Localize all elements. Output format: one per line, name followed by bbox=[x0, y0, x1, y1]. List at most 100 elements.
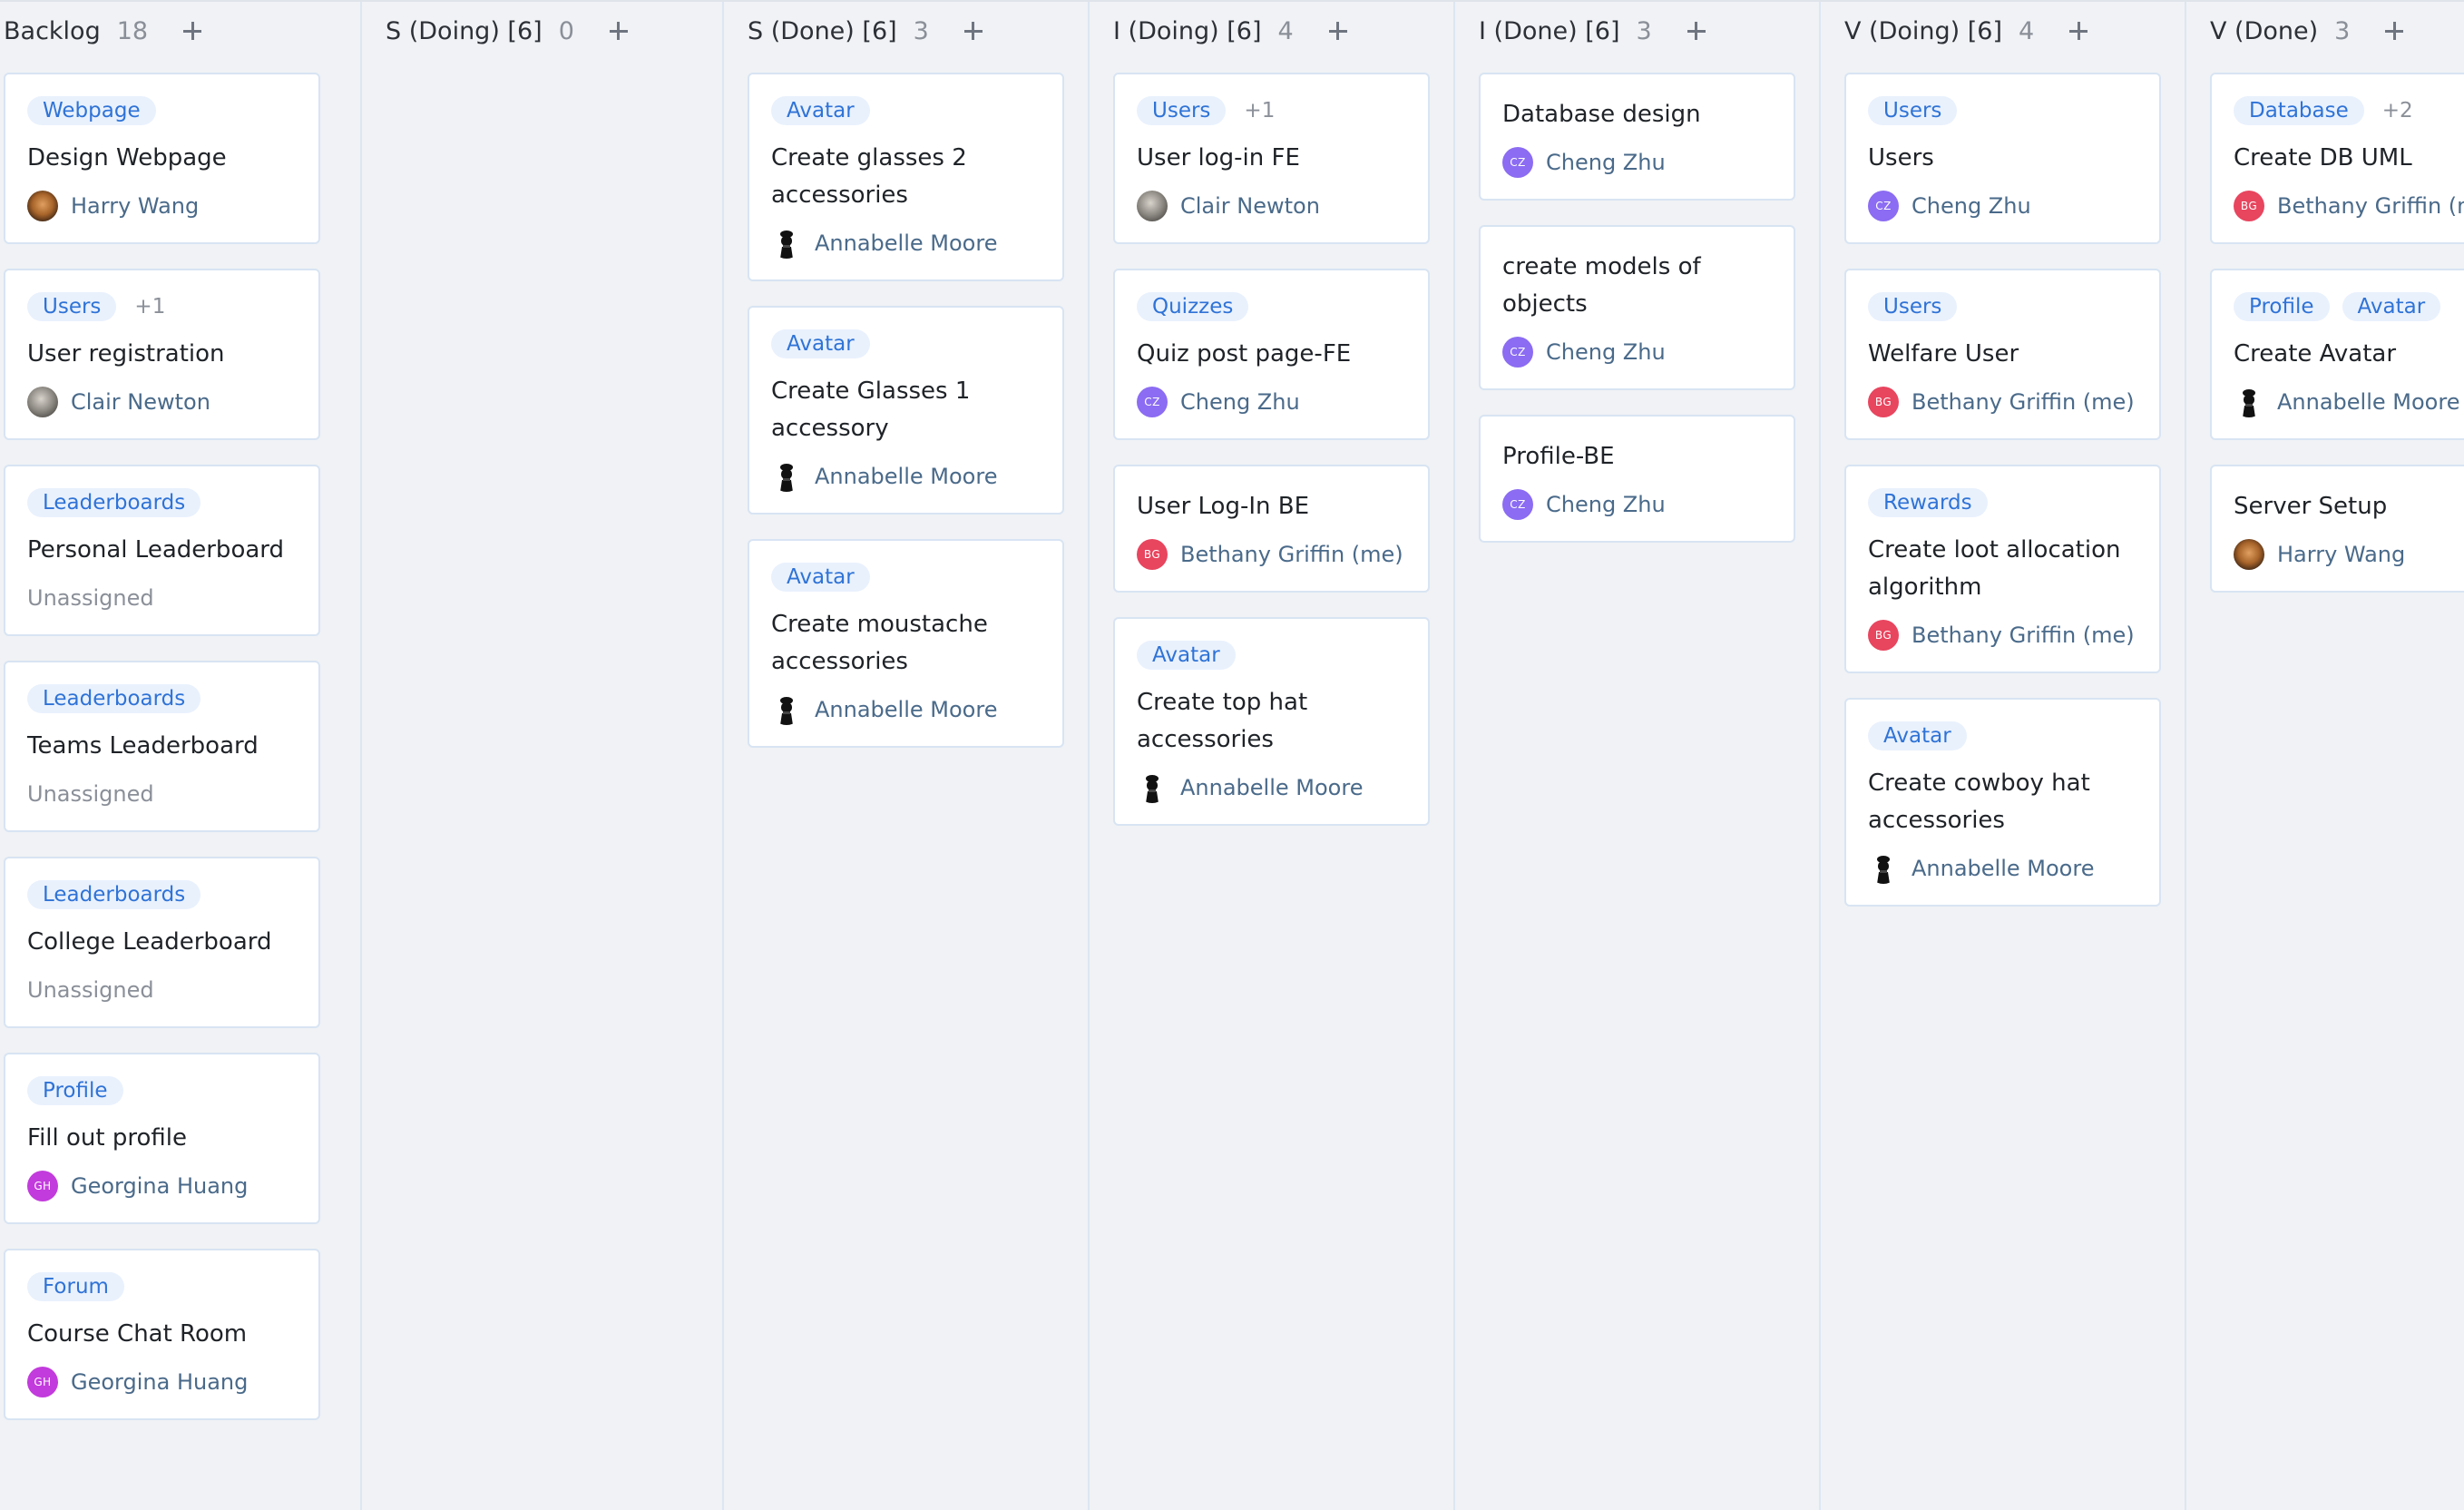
label-tag[interactable]: Avatar bbox=[771, 96, 870, 125]
column-3: I (Doing) [6] 4 Users +1 User log-in FE Clair… bbox=[1090, 2, 1455, 1510]
label-tag[interactable]: Avatar bbox=[1868, 721, 1967, 750]
photo-avatar-icon bbox=[1137, 191, 1168, 221]
label-tag[interactable]: Quizzes bbox=[1137, 292, 1249, 321]
card-title: Users bbox=[1868, 144, 1934, 172]
label-tag[interactable]: Profile bbox=[27, 1076, 123, 1105]
assignee: GH Georgina Huang bbox=[27, 1170, 297, 1202]
tag-row: Users +1 bbox=[1137, 96, 1406, 125]
assignee: BG Bethany Griffin (me) bbox=[2234, 190, 2464, 222]
assignee: Unassigned bbox=[27, 778, 297, 810]
tag-row: Webpage bbox=[27, 96, 297, 125]
task-card[interactable]: Profile-BE CZ Cheng Zhu bbox=[1479, 415, 1795, 543]
task-card[interactable]: Avatar Create Glasses 1 accessory Annabell… bbox=[748, 306, 1064, 515]
column-6: V (Done) 3 Database +2 Create DB UML BG Bethan… bbox=[2186, 2, 2464, 1510]
task-card[interactable]: Avatar Create cowboy hat accessories Annab… bbox=[1844, 698, 2161, 907]
tag-row: Database +2 bbox=[2234, 96, 2464, 125]
assignee-name: Annabelle Moore bbox=[815, 464, 998, 489]
task-card[interactable]: Profile Fill out profile GH Georgina Huang bbox=[4, 1053, 320, 1224]
silhouette-avatar-icon bbox=[1137, 772, 1168, 803]
card-title: Personal Leaderboard bbox=[27, 536, 285, 564]
assignee: CZ Cheng Zhu bbox=[1502, 146, 1772, 179]
avatar: CZ bbox=[1502, 147, 1533, 178]
task-card[interactable]: User Log-In BE BG Bethany Griffin (me) bbox=[1113, 465, 1430, 593]
more-tags-count[interactable]: +1 bbox=[1244, 99, 1275, 123]
add-card-plus-icon[interactable] bbox=[605, 17, 632, 44]
label-tag[interactable]: Leaderboards bbox=[27, 684, 201, 713]
task-card[interactable]: Forum Course Chat Room GH Georgina Huang bbox=[4, 1249, 320, 1420]
task-card[interactable]: Users Users CZ Cheng Zhu bbox=[1844, 73, 2161, 244]
assignee: Harry Wang bbox=[27, 190, 297, 222]
label-tag[interactable]: Leaderboards bbox=[27, 488, 201, 517]
avatar-initials: BG bbox=[1874, 629, 1892, 642]
avatar: BG bbox=[1137, 539, 1168, 570]
avatar: CZ bbox=[1502, 489, 1533, 520]
task-card[interactable]: Rewards Create loot allocation algorithm B… bbox=[1844, 465, 2161, 673]
task-card[interactable]: Users +1 User log-in FE Clair Newton bbox=[1113, 73, 1430, 244]
label-tag[interactable]: Users bbox=[27, 292, 117, 321]
task-card[interactable]: Leaderboards Teams Leaderboard Unassigned bbox=[4, 661, 320, 832]
add-card-plus-icon[interactable] bbox=[2381, 17, 2408, 44]
task-card[interactable]: Avatar Create moustache accessories Annabe… bbox=[748, 539, 1064, 748]
label-tag[interactable]: Users bbox=[1137, 96, 1227, 125]
tag-row: Leaderboards bbox=[27, 880, 297, 909]
column-5: V (Doing) [6] 4 Users Users CZ Cheng Zhu Users… bbox=[1821, 2, 2186, 1510]
add-card-plus-icon[interactable] bbox=[1325, 17, 1352, 44]
task-card[interactable]: create models of objects CZ Cheng Zhu bbox=[1479, 225, 1795, 390]
tag-row: Users bbox=[1868, 292, 2137, 321]
label-tag[interactable]: Forum bbox=[27, 1272, 124, 1301]
task-card[interactable]: Database design CZ Cheng Zhu bbox=[1479, 73, 1795, 201]
label-tag[interactable]: Users bbox=[1868, 96, 1958, 125]
label-tag[interactable]: Leaderboards bbox=[27, 880, 201, 909]
avatar-initials: GH bbox=[34, 1180, 52, 1192]
assignee: BG Bethany Griffin (me) bbox=[1868, 619, 2137, 652]
tag-row: Quizzes bbox=[1137, 292, 1406, 321]
assignee: Annabelle Moore bbox=[771, 693, 1041, 726]
task-card[interactable]: Avatar Create glasses 2 accessories Annabe… bbox=[748, 73, 1064, 281]
label-tag[interactable]: Rewards bbox=[1868, 488, 1988, 517]
column-title: I (Done) [6] bbox=[1479, 16, 1620, 45]
label-tag[interactable]: Avatar bbox=[771, 329, 870, 358]
tag-row: Profile bbox=[27, 1076, 297, 1105]
avatar: BG bbox=[1868, 620, 1899, 651]
task-card[interactable]: Leaderboards College Leaderboard Unassigne… bbox=[4, 857, 320, 1028]
more-tags-count[interactable]: +1 bbox=[134, 295, 165, 319]
task-card[interactable]: Profile Avatar Create Avatar Annabelle Moor… bbox=[2210, 269, 2464, 440]
silhouette-avatar-icon bbox=[771, 461, 802, 492]
avatar: CZ bbox=[1137, 387, 1168, 417]
assignee-name: Annabelle Moore bbox=[1912, 856, 2095, 881]
column-2: S (Done) [6] 3 Avatar Create glasses 2 acce… bbox=[724, 2, 1090, 1510]
task-card[interactable]: Database +2 Create DB UML BG Bethany Griffin… bbox=[2210, 73, 2464, 244]
task-card[interactable]: Server Setup Harry Wang bbox=[2210, 465, 2464, 593]
card-title: Create glasses 2 accessories bbox=[771, 144, 967, 209]
add-card-plus-icon[interactable] bbox=[179, 17, 206, 44]
task-card[interactable]: Users +1 User registration Clair Newton bbox=[4, 269, 320, 440]
task-card[interactable]: Leaderboards Personal Leaderboard Unassign… bbox=[4, 465, 320, 636]
task-card[interactable]: Quizzes Quiz post page-FE CZ Cheng Zhu bbox=[1113, 269, 1430, 440]
assignee-name: Annabelle Moore bbox=[1180, 775, 1364, 800]
label-tag[interactable]: Avatar bbox=[771, 563, 870, 592]
task-card[interactable]: Avatar Create top hat accessories Annabell… bbox=[1113, 617, 1430, 826]
assignee: Clair Newton bbox=[1137, 190, 1406, 222]
add-card-plus-icon[interactable] bbox=[960, 17, 987, 44]
label-tag[interactable]: Webpage bbox=[27, 96, 156, 125]
avatar-initials: BG bbox=[1874, 396, 1892, 408]
assignee-name: Cheng Zhu bbox=[1546, 492, 1666, 517]
task-card[interactable]: Webpage Design Webpage Harry Wang bbox=[4, 73, 320, 244]
avatar: CZ bbox=[1868, 191, 1899, 221]
label-tag[interactable]: Database bbox=[2234, 96, 2364, 125]
task-card[interactable]: Users Welfare User BG Bethany Griffin (me) bbox=[1844, 269, 2161, 440]
assignee-name: Georgina Huang bbox=[71, 1173, 249, 1199]
column-header: Backlog 18 bbox=[0, 2, 360, 60]
more-tags-count[interactable]: +2 bbox=[2382, 99, 2413, 123]
label-tag[interactable]: Profile bbox=[2234, 292, 2330, 321]
tag-row: Avatar bbox=[771, 329, 1041, 358]
add-card-plus-icon[interactable] bbox=[2065, 17, 2092, 44]
card-title: create models of objects bbox=[1502, 253, 1701, 318]
add-card-plus-icon[interactable] bbox=[1683, 17, 1710, 44]
label-tag[interactable]: Avatar bbox=[2342, 292, 2441, 321]
label-tag[interactable]: Avatar bbox=[1137, 641, 1236, 670]
card-list: Webpage Design Webpage Harry Wang Users +1 Us… bbox=[0, 60, 360, 1420]
assignee-name: Annabelle Moore bbox=[815, 230, 998, 256]
label-tag[interactable]: Users bbox=[1868, 292, 1958, 321]
column-title: V (Doing) [6] bbox=[1844, 16, 2003, 45]
